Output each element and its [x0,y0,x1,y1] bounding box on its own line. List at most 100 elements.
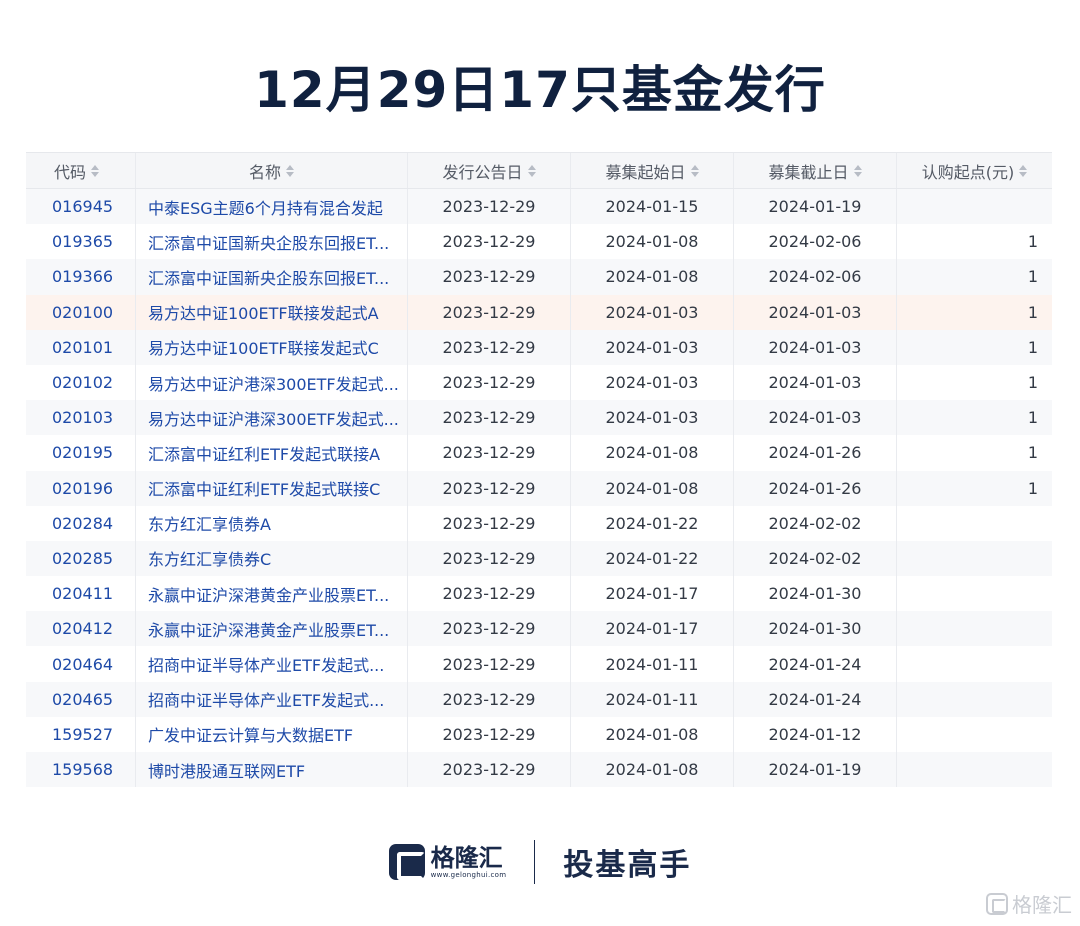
announce-date-cell: 2023-12-29 [408,224,571,260]
column-header-announce-date[interactable]: 发行公告日 [408,153,571,188]
announce-date: 2023-12-29 [442,267,536,287]
fund-name-link[interactable]: 汇添富中证红利ETF发起式联接A [148,441,380,465]
table-row[interactable]: 020412 永赢中证沪深港黄金产业股票ET... 2023-12-29 2024-0… [26,611,1052,647]
fund-code-link[interactable]: 020101 [52,338,113,357]
fund-name-link[interactable]: 汇添富中证国新央企股东回报ET... [148,265,389,289]
table-row[interactable]: 020411 永赢中证沪深港黄金产业股票ET... 2023-12-29 2024-0… [26,576,1052,612]
announce-date-cell: 2023-12-29 [408,611,571,647]
table-row[interactable]: 020465 招商中证半导体产业ETF发起式... 2023-12-29 2024-0… [26,681,1052,717]
start-date: 2024-01-08 [605,478,699,498]
fund-name-cell: 博时港股通互联网ETF [136,752,408,788]
fund-code-link[interactable]: 020102 [52,373,113,392]
start-date: 2024-01-03 [605,337,699,357]
fund-name-link[interactable]: 汇添富中证红利ETF发起式联接C [148,476,380,500]
announce-date-cell: 2023-12-29 [408,752,571,788]
end-date: 2024-01-24 [768,689,862,709]
fund-name-link[interactable]: 易方达中证100ETF联接发起式A [148,300,379,324]
fund-code-link[interactable]: 020103 [52,408,113,427]
fund-name-link[interactable]: 招商中证半导体产业ETF发起式... [148,652,384,676]
fund-name-link[interactable]: 东方红汇享债券C [148,546,271,570]
page-title: 12月29日17只基金发行 [254,61,826,119]
column-header-start-date[interactable]: 募集起始日 [571,153,734,188]
table-row[interactable]: 020464 招商中证半导体产业ETF发起式... 2023-12-29 2024-0… [26,646,1052,682]
fund-code-link[interactable]: 020100 [52,303,113,322]
fund-name-link[interactable]: 汇添富中证国新央企股东回报ET... [148,230,389,254]
table-row[interactable]: 019366 汇添富中证国新央企股东回报ET... 2023-12-29 2024-0… [26,259,1052,295]
fund-code-link[interactable]: 020411 [52,584,113,603]
watermark-logo-icon [986,892,1008,915]
fund-code-link[interactable]: 019366 [52,267,113,286]
table-row[interactable]: 016945 中泰ESG主题6个月持有混合发起 2023-12-29 2024-01-… [26,189,1052,225]
start-date-cell: 2024-01-08 [571,259,734,295]
fund-code-cell: 159527 [26,716,136,752]
table-row[interactable]: 020196 汇添富中证红利ETF发起式联接C 2023-12-29 2024-01-… [26,470,1052,506]
sort-icon[interactable] [91,164,100,177]
fund-code-link[interactable]: 020284 [52,514,113,533]
table-row[interactable]: 020103 易方达中证沪港深300ETF发起式... 2023-12-29 2024… [26,400,1052,436]
column-header-min-subscription[interactable]: 认购起点(元) [897,153,1052,188]
fund-name-link[interactable]: 广发中证云计算与大数据ETF [148,722,353,746]
table-row[interactable]: 020195 汇添富中证红利ETF发起式联接A 2023-12-29 2024-01-… [26,435,1052,471]
sort-icon[interactable] [527,164,536,177]
start-date-cell: 2024-01-11 [571,681,734,717]
fund-code-link[interactable]: 159568 [52,760,113,779]
table-row[interactable]: 159527 广发中证云计算与大数据ETF 2023-12-29 2024-01-08… [26,716,1052,752]
fund-code-link[interactable]: 019365 [52,232,113,251]
start-date: 2024-01-03 [605,373,699,393]
fund-name-link[interactable]: 永赢中证沪深港黄金产业股票ET... [148,582,389,606]
table-row[interactable]: 020284 东方红汇享债券A 2023-12-29 2024-01-22 2024-0… [26,505,1052,541]
fund-name-link[interactable]: 博时港股通互联网ETF [148,758,305,782]
sort-icon[interactable] [690,164,699,177]
column-header-name[interactable]: 名称 [136,153,408,188]
table-row[interactable]: 020100 易方达中证100ETF联接发起式A 2023-12-29 2024-01… [26,294,1052,330]
fund-code-link[interactable]: 020285 [52,549,113,568]
sort-icon[interactable] [286,164,294,177]
fund-name-link[interactable]: 东方红汇享债券A [148,511,271,535]
end-date: 2024-01-26 [768,443,862,463]
column-header-code[interactable]: 代码 [26,153,136,188]
table-row[interactable]: 020285 东方红汇享债券C 2023-12-29 2024-01-22 2024-0… [26,540,1052,577]
fund-name-link[interactable]: 永赢中证沪深港黄金产业股票ET... [148,617,389,641]
min-subscription: 1 [1027,337,1038,357]
start-date-cell: 2024-01-03 [571,364,734,401]
announce-date: 2023-12-29 [442,408,536,428]
fund-name-link[interactable]: 易方达中证100ETF联接发起式C [148,335,379,359]
fund-name-link[interactable]: 易方达中证沪港深300ETF发起式... [148,406,399,430]
announce-date-cell: 2023-12-29 [408,576,571,612]
fund-code-link[interactable]: 020464 [52,655,113,674]
brand-url: www.gelonghui.com [430,871,507,879]
announce-date: 2023-12-29 [442,443,536,463]
end-date: 2024-01-19 [768,760,862,780]
start-date: 2024-01-22 [605,513,699,533]
fund-code-cell: 020465 [26,681,136,717]
min-subscription-cell [897,717,1052,752]
table-row[interactable]: 020101 易方达中证100ETF联接发起式C 2023-12-29 2024-01… [26,329,1052,365]
min-subscription-cell: 1 [897,295,1052,330]
min-subscription-cell: 1 [897,224,1052,259]
fund-name-link[interactable]: 中泰ESG主题6个月持有混合发起 [148,195,383,219]
fund-name-link[interactable]: 招商中证半导体产业ETF发起式... [148,687,384,711]
table-row[interactable]: 159568 博时港股通互联网ETF 2023-12-29 2024-01-08 202… [26,752,1052,788]
fund-code-link[interactable]: 020196 [52,479,113,498]
end-date: 2024-01-03 [768,337,862,357]
fund-code-link[interactable]: 020412 [52,619,113,638]
fund-code-link[interactable]: 020465 [52,690,113,709]
end-date: 2024-01-30 [768,619,862,639]
start-date: 2024-01-11 [605,689,699,709]
min-subscription-cell: 1 [897,330,1052,365]
sort-icon[interactable] [853,164,862,177]
fund-code-link[interactable]: 020195 [52,443,113,462]
table-row[interactable]: 019365 汇添富中证国新央企股东回报ET... 2023-12-29 2024-0… [26,224,1052,260]
end-date: 2024-02-06 [768,267,862,287]
fund-code-link[interactable]: 159527 [52,725,113,744]
min-subscription: 1 [1027,373,1038,393]
column-header-end-date[interactable]: 募集截止日 [734,153,897,188]
fund-code-cell: 020103 [26,400,136,436]
sort-icon[interactable] [1019,164,1028,177]
fund-name-link[interactable]: 易方达中证沪港深300ETF发起式... [148,371,399,395]
table-row[interactable]: 020102 易方达中证沪港深300ETF发起式... 2023-12-29 2024… [26,364,1052,401]
announce-date: 2023-12-29 [442,619,536,639]
end-date-cell: 2024-01-19 [734,189,897,225]
announce-date-cell: 2023-12-29 [408,329,571,365]
fund-code-link[interactable]: 016945 [52,197,113,216]
